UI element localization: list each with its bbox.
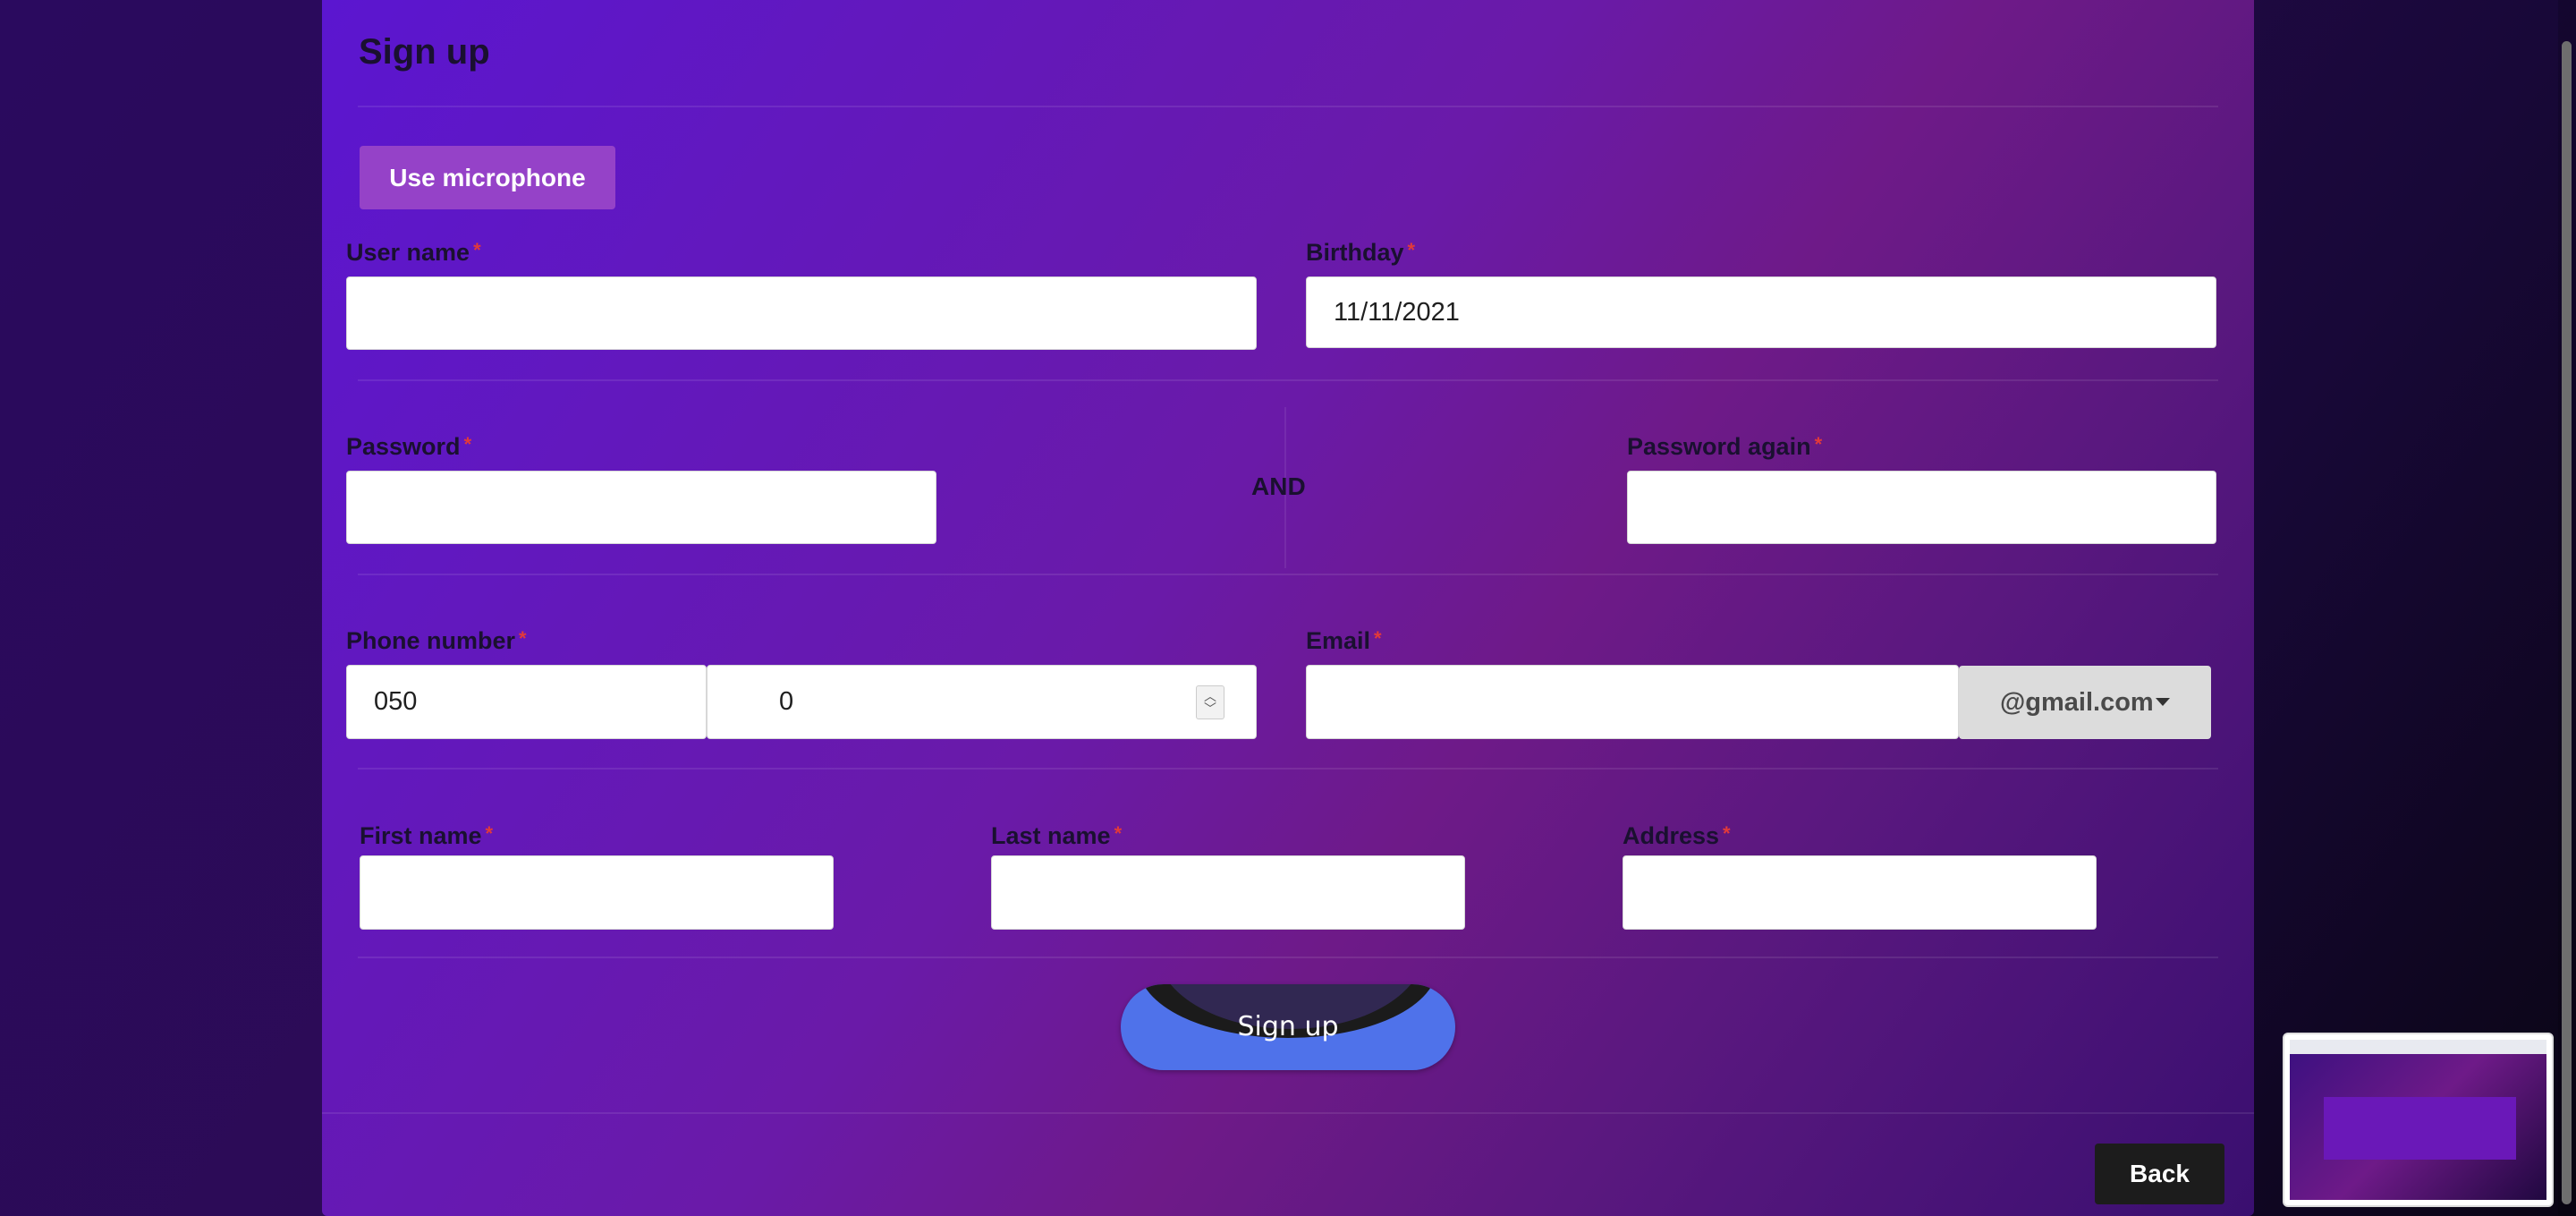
required-mark: * — [1407, 239, 1416, 261]
signup-card: Sign up Use microphone User name * Birthd… — [322, 0, 2254, 1216]
last-name-label: Last name * — [991, 822, 1123, 849]
email-domain-value: @gmail.com — [2000, 687, 2154, 717]
page-title: Sign up — [359, 32, 490, 72]
signup-button[interactable]: Sign up — [1121, 984, 1455, 1070]
required-mark: * — [519, 627, 527, 650]
phone-number-value: 0 — [779, 687, 794, 716]
required-mark: * — [1723, 822, 1731, 845]
password-again-label: Password again * — [1627, 433, 1823, 460]
first-name-label: First name * — [360, 822, 494, 849]
email-domain-select[interactable]: @gmail.com — [1959, 666, 2211, 739]
required-mark: * — [473, 239, 481, 261]
phone-prefix-value: 050 — [374, 687, 418, 716]
scrollbar-thumb[interactable] — [2562, 41, 2572, 1204]
address-label: Address * — [1623, 822, 1731, 849]
required-mark: * — [1374, 627, 1382, 650]
birthday-label: Birthday * — [1306, 239, 1416, 266]
birthday-input[interactable]: 11/11/2021 — [1306, 276, 2216, 348]
use-microphone-button[interactable]: Use microphone — [360, 146, 615, 209]
screen-thumbnail-preview[interactable] — [2283, 1033, 2554, 1207]
phone-prefix-select[interactable]: 050 — [346, 665, 707, 739]
number-spinner-icon[interactable]: ︿ ﹀ — [1196, 685, 1224, 719]
phone-number-input[interactable]: 0 — [707, 665, 1257, 739]
first-name-input[interactable] — [360, 855, 834, 930]
required-mark: * — [485, 822, 494, 845]
back-button[interactable]: Back — [2095, 1144, 2224, 1204]
required-mark: * — [1114, 822, 1123, 845]
email-label: Email * — [1306, 627, 1382, 654]
required-mark: * — [1814, 433, 1823, 455]
password-input[interactable] — [346, 471, 936, 544]
signup-button-label: Sign up — [1237, 1011, 1339, 1042]
password-again-input[interactable] — [1627, 471, 2216, 544]
divider — [358, 574, 2218, 575]
username-input[interactable] — [346, 276, 1257, 350]
email-input[interactable] — [1306, 665, 1959, 739]
and-separator: AND — [1251, 472, 1306, 500]
spin-up-icon: ︿ — [1204, 689, 1216, 703]
address-input[interactable] — [1623, 855, 2097, 930]
username-label: User name * — [346, 239, 481, 266]
password-label: Password * — [346, 433, 472, 460]
spin-down-icon: ﹀ — [1204, 702, 1216, 716]
chevron-down-icon[interactable] — [2156, 698, 2170, 706]
thumbnail-panel — [2324, 1097, 2516, 1160]
divider — [358, 768, 2218, 770]
divider — [358, 957, 2218, 958]
phone-label: Phone number * — [346, 627, 527, 654]
required-mark: * — [463, 433, 472, 455]
thumbnail-browser-bar — [2290, 1040, 2546, 1054]
divider — [358, 379, 2218, 381]
last-name-input[interactable] — [991, 855, 1465, 930]
divider — [322, 1112, 2254, 1114]
divider — [358, 106, 2218, 107]
